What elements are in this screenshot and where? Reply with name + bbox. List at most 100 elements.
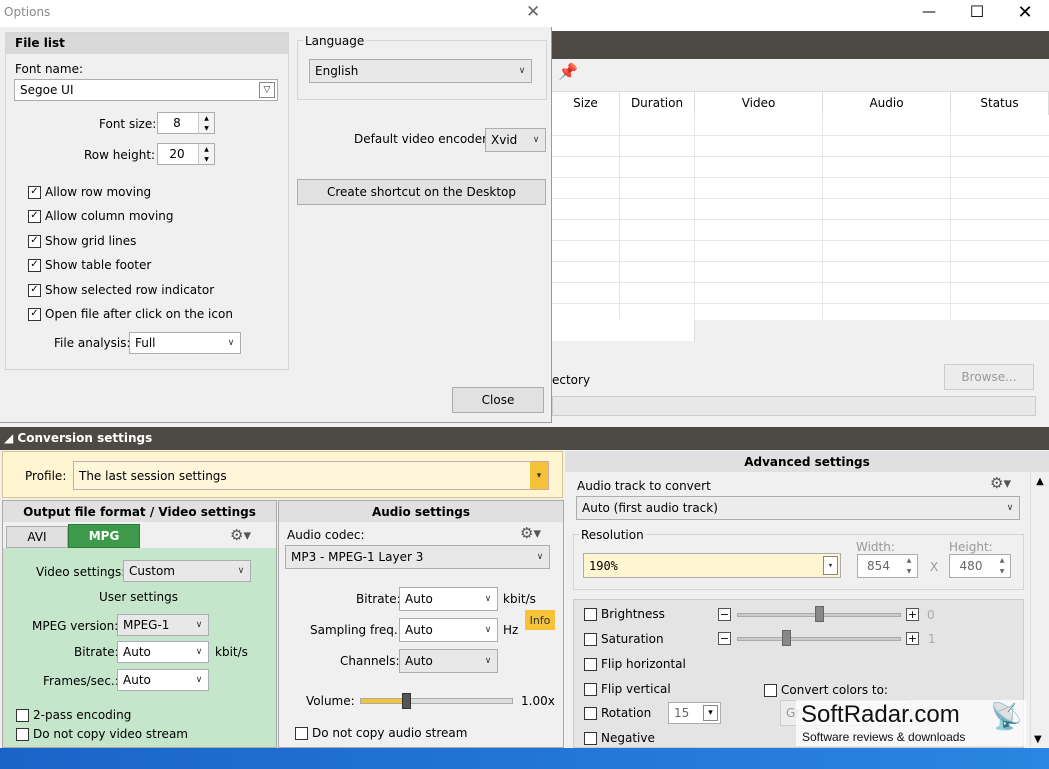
close-button[interactable]: Close [452,387,544,413]
minimize-icon[interactable]: — [914,4,944,26]
mpeg-version-select[interactable]: MPEG-1 ∨ [117,614,209,636]
saturation-slider-thumb[interactable] [782,630,791,646]
show-selected-row-indicator-checkbox[interactable]: ✓ Show selected row indicator [28,283,214,297]
two-pass-checkbox[interactable]: 2-pass encoding [16,708,131,722]
collapse-triangle-icon[interactable]: ◢ [4,431,17,445]
checkmark-icon: ✓ [28,258,41,272]
convert-colors-checkbox[interactable]: Convert colors to: [764,683,888,697]
minus-icon[interactable]: − [718,608,731,621]
fps-select[interactable]: Auto ∨ [117,669,209,691]
row-height-spinner[interactable]: 20 ▲ ▼ [157,143,215,165]
width-spinner[interactable]: 854 ▲ ▼ [857,554,918,578]
conversion-header-text: Conversion settings [17,431,153,445]
audio-codec-select[interactable]: MP3 - MPEG-1 Layer 3 ∨ [285,545,550,569]
chevron-down-icon: ∨ [518,66,526,76]
font-name-select[interactable]: Segoe UI ▽ [14,79,278,101]
language-select[interactable]: English ∨ [309,59,532,83]
create-shortcut-button[interactable]: Create shortcut on the Desktop [297,179,546,205]
font-size-spinner[interactable]: 8 ▲ ▼ [157,112,215,134]
no-copy-video-checkbox[interactable]: Do not copy video stream [16,727,188,741]
checkbox-label: Saturation [601,632,664,646]
flip-vertical-checkbox[interactable]: Flip vertical [584,682,671,696]
rotation-value: 15 [674,706,690,720]
spinner-arrows-icon[interactable]: ▲ ▼ [994,555,1010,577]
checkbox-label: Show grid lines [45,234,137,248]
gear-icon[interactable]: ⚙▾ [520,524,541,542]
allow-row-moving-checkbox[interactable]: ✓ Allow row moving [28,185,151,199]
checkmark-icon: ✓ [28,185,41,199]
info-button[interactable]: Info [525,610,555,630]
gear-icon[interactable]: ⚙▾ [990,474,1011,492]
plus-icon[interactable]: + [906,632,919,645]
video-bitrate-select[interactable]: Auto ∨ [117,641,209,663]
options-close-icon[interactable]: ✕ [526,2,540,22]
volume-slider[interactable] [360,698,513,704]
profile-select[interactable]: The last session settings ▾ [73,461,549,490]
tab-avi[interactable]: AVI [6,526,68,548]
show-table-footer-checkbox[interactable]: ✓ Show table footer [28,258,151,272]
spinner-arrows-icon[interactable]: ▲ ▼ [198,113,214,133]
allow-column-moving-checkbox[interactable]: ✓ Allow column moving [28,209,174,223]
output-path-field[interactable] [552,396,1036,416]
open-file-after-click-checkbox[interactable]: ✓ Open file after click on the icon [28,307,233,321]
browse-button[interactable]: Browse... [944,364,1034,390]
height-spinner[interactable]: 480 ▲ ▼ [949,554,1011,578]
resolution-select[interactable]: 190% ▾ [583,553,841,578]
checkbox-box [584,682,597,696]
column-audio[interactable]: Audio [823,91,951,115]
default-encoder-select[interactable]: Xvid ∨ [485,128,546,152]
audio-track-select[interactable]: Auto (first audio track) ∨ [576,496,1020,520]
no-copy-audio-checkbox[interactable]: Do not copy audio stream [295,726,467,740]
channels-value: Auto [405,654,433,668]
file-analysis-label: File analysis: [54,336,131,350]
checkbox-label: 2-pass encoding [33,708,132,722]
spinner-arrows-icon[interactable]: ▲ ▼ [901,555,917,577]
checkbox-box [295,726,308,740]
audio-bitrate-select[interactable]: Auto ∨ [399,587,498,611]
sampling-freq-select[interactable]: Auto ∨ [399,618,498,642]
user-settings-label: User settings [99,590,179,604]
tab-mpg[interactable]: MPG [68,524,140,548]
checkbox-label: Flip vertical [601,682,671,696]
rotation-checkbox[interactable]: Rotation [584,706,651,720]
column-video[interactable]: Video [695,91,823,115]
scroll-up-icon[interactable]: ▲ [1031,476,1049,487]
scroll-down-icon[interactable]: ▼ [1034,734,1042,745]
maximize-icon[interactable]: ☐ [962,2,992,24]
show-grid-lines-checkbox[interactable]: ✓ Show grid lines [28,234,136,248]
options-title-bar [0,0,552,27]
checkbox-label: Show table footer [45,258,152,272]
saturation-slider[interactable] [737,637,901,641]
file-analysis-select[interactable]: Full ∨ [129,332,241,354]
video-settings-value: Custom [129,564,175,578]
spinner-arrows-icon[interactable]: ▲ ▼ [198,144,214,164]
brightness-checkbox[interactable]: Brightness [584,607,665,621]
rotation-select[interactable]: 15 ▾ [668,702,721,724]
fps-label: Frames/sec.: [43,674,119,688]
column-duration[interactable]: Duration [620,91,695,115]
font-size-label: Font size: [99,117,157,131]
scrollbar[interactable]: ▲ [1030,472,1049,748]
video-settings-select[interactable]: Custom ∨ [123,560,251,582]
pin-icon[interactable]: 📌 [558,62,578,81]
brightness-value: 0 [927,608,935,622]
chevron-down-icon: ∨ [1006,503,1014,513]
audio-bitrate-unit: kbit/s [503,592,536,606]
flip-horizontal-checkbox[interactable]: Flip horizontal [584,657,686,671]
close-window-icon[interactable]: ✕ [1010,2,1040,24]
channels-select[interactable]: Auto ∨ [399,649,498,673]
plus-icon[interactable]: + [906,608,919,621]
negative-checkbox[interactable]: Negative [584,731,655,745]
gear-icon[interactable]: ⚙▾ [230,526,251,544]
audio-codec-value: MP3 - MPEG-1 Layer 3 [291,550,424,564]
output-header: Output file format / Video settings [23,504,256,519]
saturation-checkbox[interactable]: Saturation [584,632,664,646]
minus-icon[interactable]: − [718,632,731,645]
column-size[interactable]: Size [552,91,620,115]
row-height-label: Row height: [84,148,156,162]
volume-slider-thumb[interactable] [401,693,411,709]
conversion-header-bar [0,427,1049,450]
brightness-slider-thumb[interactable] [815,606,824,622]
column-status[interactable]: Status [951,91,1049,115]
audio-bitrate-value: Auto [405,592,433,606]
